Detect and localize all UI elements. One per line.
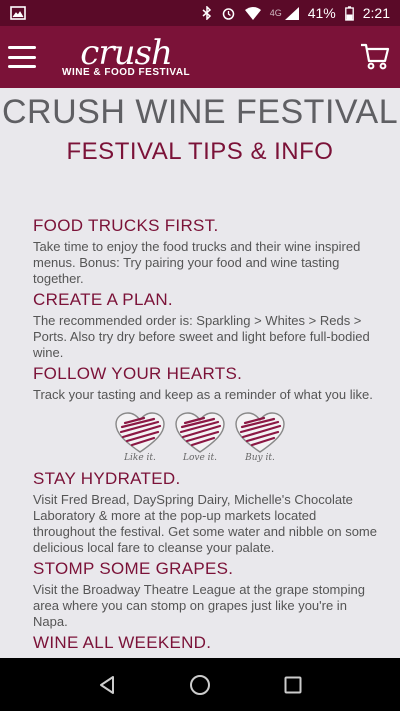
back-button[interactable] [95,673,119,697]
home-icon [189,674,210,695]
app-header: crush WINE & FOOD FESTIVAL [0,26,400,88]
status-bar: 4G 41% 2:21 [0,0,400,26]
heart-buy[interactable]: Buy it. [234,411,286,463]
recents-icon [284,676,302,693]
home-button[interactable] [188,673,212,697]
signal-icon [284,6,299,20]
tip-section: WINE ALL WEEKEND. [33,633,380,653]
cart-icon[interactable] [360,42,390,70]
heart-label: Love it. [182,453,218,463]
wifi-icon [244,6,261,20]
alarm-icon [222,7,234,20]
tip-heading: STAY HYDRATED. [33,469,181,488]
menu-icon[interactable] [8,46,36,68]
tip-text: Track your tasting and keep as a reminde… [33,387,373,402]
image-notification-icon [10,6,26,20]
battery-percent: 41% [307,5,336,21]
tip-section: FOLLOW YOUR HEARTS. Track your tasting a… [33,364,380,403]
tip-section: STAY HYDRATED. Visit Fred Bread, DaySpri… [33,469,380,556]
tip-section: FOOD TRUCKS FIRST. Take time to enjoy th… [33,216,380,287]
tip-heading: WINE ALL WEEKEND. [33,633,212,652]
heart-icon [235,412,285,453]
clock: 2:21 [362,5,390,21]
tip-heading: CREATE A PLAN. [33,290,173,309]
tip-text: The recommended order is: Sparkling > Wh… [33,313,370,360]
tip-text: Visit Fred Bread, DaySpring Dairy, Miche… [33,492,377,555]
heart-label: Buy it. [245,453,275,463]
network-type-label: 4G [269,8,282,18]
tip-heading: FOOD TRUCKS FIRST. [33,216,219,235]
tip-section: CREATE A PLAN. The recommended order is:… [33,290,380,361]
heart-like[interactable]: Like it. [114,411,166,463]
heart-tracker: Like it. Love it. Buy it. [20,411,380,463]
heart-icon [115,412,165,453]
tip-section: STOMP SOME GRAPES. Visit the Broadway Th… [33,559,380,630]
android-nav-bar [0,658,400,711]
logo-subtitle: WINE & FOOD FESTIVAL [62,66,191,78]
page-subtitle: FESTIVAL TIPS & INFO [66,138,334,165]
heart-love[interactable]: Love it. [174,411,226,463]
recents-button[interactable] [281,673,305,697]
battery-icon [344,5,354,21]
heart-icon [175,412,225,453]
tip-heading: STOMP SOME GRAPES. [33,559,234,578]
page-title: CRUSH WINE FESTIVAL [2,93,399,131]
heart-label: Like it. [124,453,156,463]
tip-text: Visit the Broadway Theatre League at the… [33,582,365,629]
brand-logo[interactable]: crush WINE & FOOD FESTIVAL [62,32,191,78]
page-content[interactable]: CRUSH WINE FESTIVAL FESTIVAL TIPS & INFO… [0,88,400,658]
tip-text: Take time to enjoy the food trucks and t… [33,239,361,286]
bluetooth-icon [202,6,211,20]
back-icon [99,675,114,694]
logo-script: crush [80,32,173,73]
tip-heading: FOLLOW YOUR HEARTS. [33,364,243,383]
